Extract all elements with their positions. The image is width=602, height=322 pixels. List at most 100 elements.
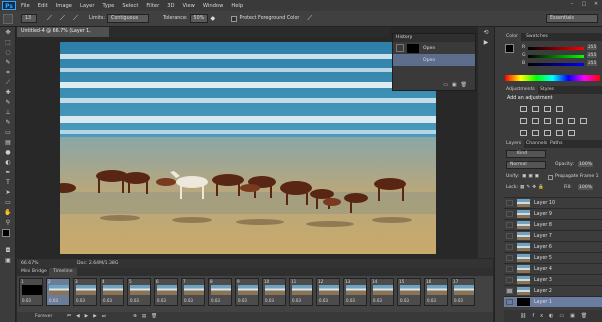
menu-layer[interactable]: Layer (80, 3, 94, 9)
brush-add-icon[interactable]: ⟋ (60, 14, 70, 24)
shape-tool-icon[interactable]: ▭ (4, 199, 12, 206)
layer-row[interactable]: Layer 9 (504, 208, 602, 219)
zoom-tool-icon[interactable]: ⚲ (4, 219, 12, 226)
frame-delay[interactable]: 0.03 (427, 298, 436, 303)
visibility-toggle[interactable] (506, 266, 513, 272)
timeline-frame[interactable]: 9 0.03 (235, 278, 259, 306)
timeline-frame[interactable]: 8 0.03 (208, 278, 232, 306)
tab-mini-bridge[interactable]: Mini Bridge (17, 268, 51, 276)
menu-select[interactable]: Select (122, 3, 138, 9)
visibility-toggle[interactable] (506, 244, 513, 250)
limits-select[interactable]: Contiguous (107, 14, 150, 23)
type-tool-icon[interactable]: T (4, 179, 12, 186)
timeline-frame[interactable]: 4 0.03 (100, 278, 124, 306)
doc-info[interactable]: Doc: 2.64M/1.38G (77, 259, 118, 268)
red-slider[interactable] (528, 47, 584, 50)
frame-delay[interactable]: 0.03 (76, 298, 85, 303)
frame-delay[interactable]: 0.03 (292, 298, 301, 303)
tab-color[interactable]: Color (503, 33, 521, 41)
layer-row[interactable]: Layer 5 (504, 252, 602, 263)
document-tab[interactable]: Untitled-4 @ 66.7% (Layer 1, RGB/8) * (17, 27, 109, 44)
menu-edit[interactable]: Edit (38, 3, 48, 9)
layer-row[interactable]: Layer 10 (504, 197, 602, 208)
tablet-pressure-icon[interactable]: ◆ (211, 14, 221, 24)
history-panel-buttons[interactable]: ▭▣🗑 (443, 82, 471, 88)
quick-mask-icon[interactable]: ◘ (4, 247, 12, 254)
pen-pressure-icon[interactable]: ⟋ (307, 14, 317, 24)
playback-buttons[interactable]: ⏮◀▶▶⏭ (67, 312, 111, 322)
color-fg-swatch[interactable] (505, 44, 514, 53)
document-image[interactable] (60, 42, 436, 254)
timeline-frame[interactable]: 17 0.03 (451, 278, 475, 306)
hue-saturation-icon[interactable] (532, 118, 539, 124)
quick-select-tool-icon[interactable]: ✎ (4, 59, 12, 66)
close-button[interactable]: ✕ (592, 1, 600, 8)
visibility-toggle[interactable] (506, 299, 513, 305)
red-value[interactable]: 255 (587, 45, 598, 50)
channel-mixer-icon[interactable] (580, 118, 587, 124)
screen-mode-icon[interactable]: ▣ (4, 257, 12, 264)
tab-timeline[interactable]: Timeline (49, 268, 77, 276)
threshold-icon[interactable] (544, 130, 551, 136)
tab-layers[interactable]: Layers (503, 140, 525, 148)
tab-styles[interactable]: Styles (537, 86, 557, 94)
gradient-tool-icon[interactable]: ▤ (4, 139, 12, 146)
green-value[interactable]: 255 (587, 53, 598, 58)
layer-row[interactable]: Layer 6 (504, 241, 602, 252)
history-brush-tool-icon[interactable]: ✎ (4, 119, 12, 126)
tool-preset-icon[interactable] (3, 13, 13, 24)
propagate-checkbox[interactable] (548, 175, 553, 180)
minimize-button[interactable]: – (568, 1, 576, 8)
tab-adjustments[interactable]: Adjustments (503, 86, 538, 94)
menu-3d[interactable]: 3D (167, 3, 174, 9)
maximize-button[interactable]: □ (580, 1, 588, 8)
layer-row[interactable]: Layer 3 (504, 274, 602, 285)
move-tool-icon[interactable]: ✥ (4, 29, 12, 36)
history-snapshot-row[interactable]: Open (393, 42, 475, 54)
tab-swatches[interactable]: Swatches (523, 33, 551, 41)
black-white-icon[interactable] (556, 118, 563, 124)
brush-subtract-icon[interactable]: ⟋ (73, 14, 83, 24)
layers-panel-buttons[interactable]: ⛓fx◐▭▣🗑 (504, 310, 602, 322)
frame-delay[interactable]: 0.03 (373, 298, 382, 303)
zoom-level[interactable]: 66.67% (21, 259, 39, 268)
opacity-value[interactable]: 100% (578, 162, 594, 167)
fill-value[interactable]: 100% (578, 185, 594, 190)
frame-delay[interactable]: 0.03 (49, 298, 58, 303)
green-slider[interactable] (528, 55, 584, 58)
menu-view[interactable]: View (183, 3, 195, 9)
invert-icon[interactable] (520, 130, 527, 136)
frame-delay[interactable]: 0.03 (157, 298, 166, 303)
history-panel-icon[interactable]: ⟲ (482, 29, 490, 36)
visibility-toggle[interactable] (506, 233, 513, 239)
frame-tool-buttons[interactable]: ⊕▤🗑 (133, 312, 162, 322)
frame-delay[interactable]: 0.03 (103, 298, 112, 303)
layer-row[interactable]: Layer 7 (504, 230, 602, 241)
eyedropper-tool-icon[interactable]: ⟋ (4, 79, 12, 86)
frame-delay[interactable]: 0.03 (130, 298, 139, 303)
visibility-toggle[interactable] (506, 211, 513, 217)
frame-delay[interactable]: 0.03 (184, 298, 193, 303)
timeline-frame[interactable]: 3 0.03 (73, 278, 97, 306)
eraser-tool-icon[interactable]: ▭ (4, 129, 12, 136)
path-select-tool-icon[interactable]: ➤ (4, 189, 12, 196)
timeline-frame[interactable]: 16 0.03 (424, 278, 448, 306)
timeline-frame[interactable]: 13 0.03 (343, 278, 367, 306)
frame-delay[interactable]: 0.03 (400, 298, 409, 303)
timeline-frame[interactable]: 14 0.03 (370, 278, 394, 306)
curves-icon[interactable] (544, 106, 551, 112)
timeline-frame[interactable]: 2 0.03 (46, 278, 70, 306)
vibrance-icon[interactable] (520, 118, 527, 124)
frame-delay[interactable]: 0.03 (346, 298, 355, 303)
blur-tool-icon[interactable]: ● (4, 149, 12, 156)
blue-value[interactable]: 255 (587, 61, 598, 66)
timeline-frame[interactable]: 1 0.03 (19, 278, 43, 306)
healing-tool-icon[interactable]: ✚ (4, 89, 12, 96)
timeline-frame[interactable]: 12 0.03 (316, 278, 340, 306)
visibility-toggle[interactable] (506, 222, 513, 228)
gradient-map-icon[interactable] (556, 130, 563, 136)
frame-delay[interactable]: 0.03 (265, 298, 274, 303)
protect-foreground-checkbox[interactable] (230, 15, 237, 22)
timeline-frame[interactable]: 10 0.03 (262, 278, 286, 306)
photo-filter-icon[interactable] (568, 118, 575, 124)
